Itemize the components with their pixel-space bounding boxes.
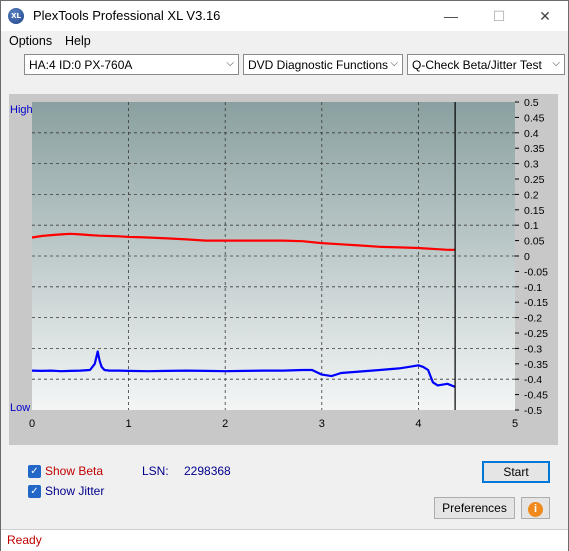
x-tick-label: 2 (222, 418, 228, 430)
y-tick-label: 0.25 (524, 174, 545, 186)
y-tick-label: 0.4 (524, 128, 539, 140)
y-tick-label: -0.05 (524, 266, 548, 278)
minimize-button[interactable]: — (428, 1, 474, 31)
app-logo-icon: XL (8, 8, 24, 24)
lsn-value: 2298368 (184, 464, 231, 478)
x-tick-label: 3 (319, 418, 325, 430)
x-axis-ticks: 0 1 2 3 4 5 (29, 418, 518, 430)
lsn-label: LSN: (142, 464, 169, 478)
maximize-icon: ☐ (492, 8, 506, 24)
x-tick-label: 1 (126, 418, 132, 430)
y-tick-label: 0.45 (524, 112, 545, 124)
test-select[interactable]: Q-Check Beta/Jitter Test ⌵ (407, 54, 565, 75)
y-tick-label: 0.05 (524, 236, 545, 248)
menu-options[interactable]: Options (9, 34, 52, 48)
title-bar[interactable]: XL PlexTools Professional XL V3.16 — ☐ ✕ (1, 1, 568, 31)
minimize-icon: — (444, 8, 458, 24)
y-tick-label: 0.2 (524, 189, 539, 201)
beta-jitter-chart: 0.5 0.45 0.4 0.35 0.3 0.25 0.2 0.15 0.1 0.05 0 -0.0… (10, 97, 548, 430)
y-tick-label: -0.25 (524, 328, 548, 340)
chevron-down-icon: ⌵ (390, 58, 398, 69)
y-tick-label: -0.1 (524, 282, 542, 294)
drive-select-value: HA:4 ID:0 PX-760A (29, 58, 133, 72)
close-icon: ✕ (539, 8, 551, 24)
x-tick-label: 5 (512, 418, 518, 430)
y-tick-label: 0.35 (524, 143, 545, 155)
y-tick-label: 0 (524, 251, 530, 263)
check-icon: ✓ (30, 466, 39, 477)
y-tick-label: -0.4 (524, 374, 542, 386)
y-tick-label: -0.2 (524, 313, 542, 325)
menu-bar: Options Help (1, 31, 568, 51)
y-tick-label: 0.5 (524, 97, 539, 109)
drive-select[interactable]: HA:4 ID:0 PX-760A ⌵ (24, 54, 239, 75)
window-title: PlexTools Professional XL V3.16 (33, 8, 221, 23)
status-bar: Ready (1, 529, 568, 551)
status-text: Ready (7, 533, 42, 547)
y-label-low: Low (10, 402, 30, 414)
y-tick-label: 0.1 (524, 220, 539, 232)
info-button[interactable]: i (521, 497, 550, 519)
chevron-down-icon: ⌵ (552, 58, 560, 69)
show-beta-label[interactable]: Show Beta (45, 464, 103, 478)
start-button[interactable]: Start (482, 461, 550, 483)
y-axis-ticks: 0.5 0.45 0.4 0.35 0.3 0.25 0.2 0.15 0.1 0.05 0 -0.0… (515, 97, 548, 417)
y-tick-label: -0.15 (524, 297, 548, 309)
check-icon: ✓ (30, 486, 39, 497)
y-tick-label: -0.3 (524, 343, 542, 355)
show-jitter-label[interactable]: Show Jitter (45, 484, 104, 498)
y-tick-label: -0.5 (524, 405, 542, 417)
function-select[interactable]: DVD Diagnostic Functions ⌵ (243, 54, 403, 75)
chevron-down-icon: ⌵ (226, 58, 234, 69)
x-tick-label: 0 (29, 418, 35, 430)
maximize-button[interactable]: ☐ (476, 1, 522, 31)
menu-help[interactable]: Help (65, 34, 91, 48)
close-button[interactable]: ✕ (522, 1, 568, 31)
y-tick-label: -0.35 (524, 359, 548, 371)
preferences-button[interactable]: Preferences (434, 497, 515, 519)
function-select-value: DVD Diagnostic Functions (248, 58, 389, 72)
y-tick-label: -0.45 (524, 390, 548, 402)
info-icon: i (528, 502, 543, 517)
x-tick-label: 4 (415, 418, 421, 430)
y-tick-label: 0.15 (524, 205, 545, 217)
show-jitter-checkbox[interactable]: ✓ (28, 485, 41, 498)
chart-area: 0.5 0.45 0.4 0.35 0.3 0.25 0.2 0.15 0.1 0.05 0 -0.0… (9, 94, 558, 445)
y-label-high: High (10, 104, 33, 116)
test-select-value: Q-Check Beta/Jitter Test (412, 58, 542, 72)
app-window: XL PlexTools Professional XL V3.16 — ☐ ✕… (0, 0, 569, 551)
y-tick-label: 0.3 (524, 159, 539, 171)
show-beta-checkbox[interactable]: ✓ (28, 465, 41, 478)
